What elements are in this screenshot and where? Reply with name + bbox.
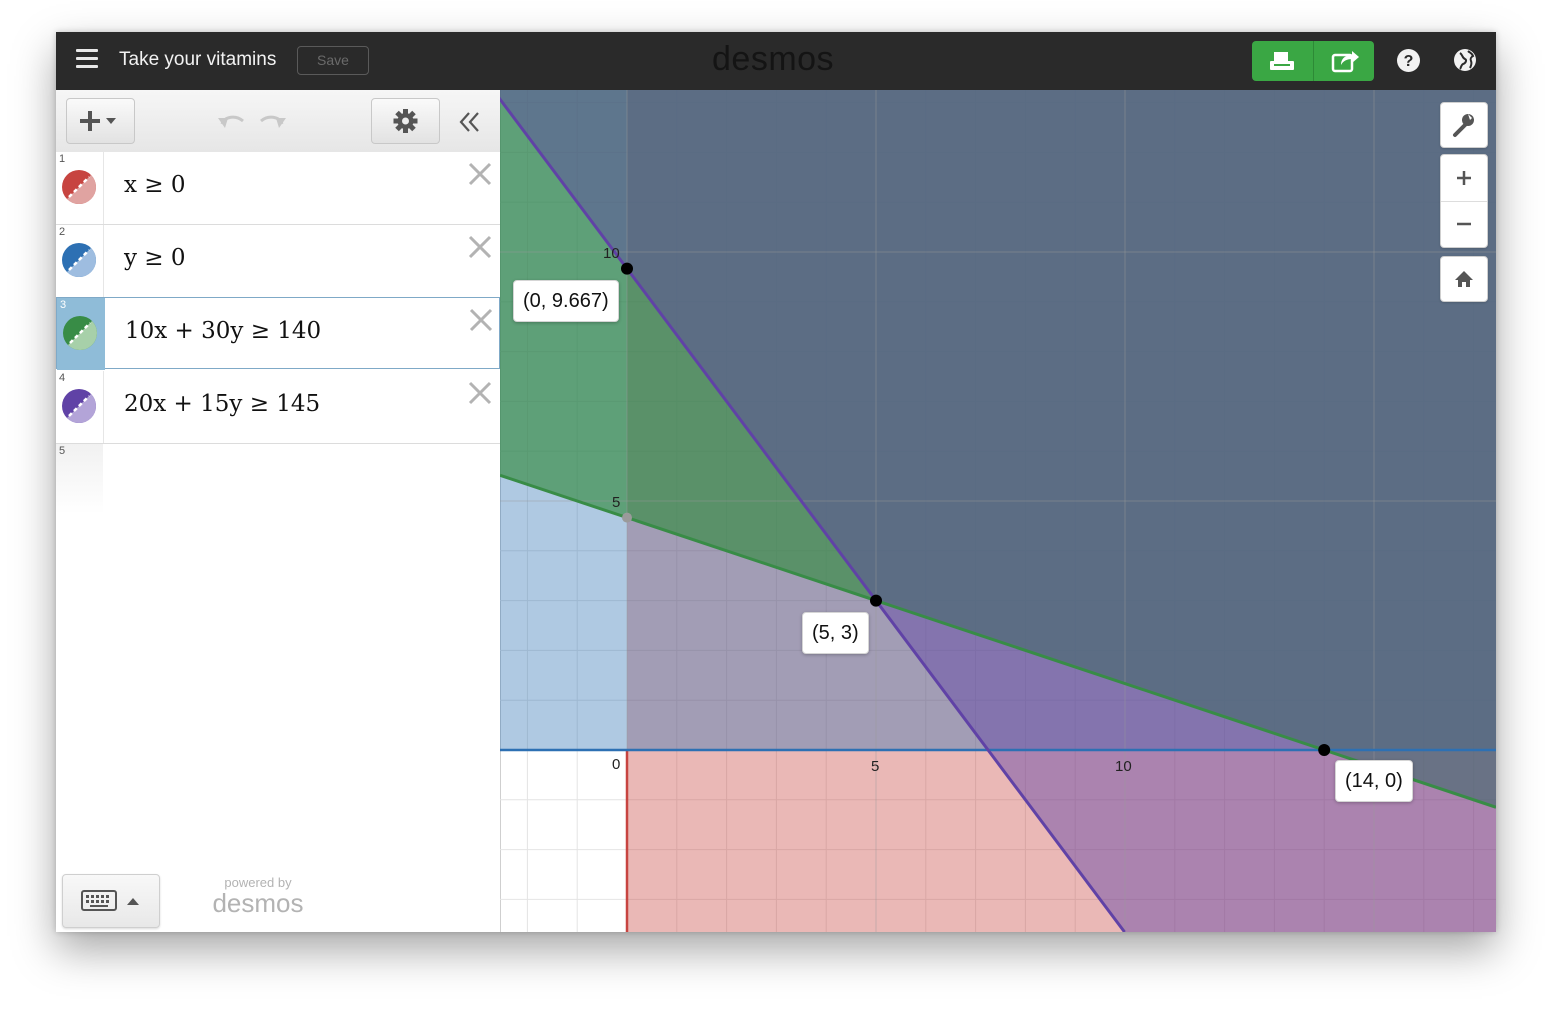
help-icon[interactable]: ? xyxy=(1396,48,1421,73)
default-view-button[interactable] xyxy=(1440,256,1488,302)
expression-toolbar xyxy=(56,90,500,153)
delete-icon[interactable] xyxy=(467,234,493,260)
expression-math[interactable]: x ≥ 0 xyxy=(124,172,186,198)
svg-text:?: ? xyxy=(1404,53,1414,70)
tick-label-y-5: 5 xyxy=(612,494,621,511)
point-marker[interactable] xyxy=(621,262,633,275)
row-index: 5 xyxy=(59,445,66,457)
tick-label-x-5: 5 xyxy=(871,758,880,775)
row-index: 2 xyxy=(59,226,66,238)
intercept-point[interactable] xyxy=(622,512,632,523)
point-label[interactable]: (5, 3) xyxy=(802,612,869,654)
zoom-out-button[interactable] xyxy=(1441,201,1487,247)
zoom-in-icon xyxy=(1457,171,1471,185)
brand-logo: desmos xyxy=(712,40,835,78)
plus-icon xyxy=(80,111,116,131)
powered-by-brand: desmos xyxy=(212,888,304,918)
expression-gutter: 2 xyxy=(56,225,104,297)
expression-row-5[interactable]: 5 xyxy=(56,444,103,514)
delete-icon[interactable] xyxy=(467,380,493,406)
expression-gutter: 3 xyxy=(57,298,105,370)
row-index: 1 xyxy=(59,153,66,165)
collapse-panel-icon[interactable] xyxy=(456,108,484,136)
expression-gutter: 4 xyxy=(56,371,104,443)
expression-row-1[interactable]: 1 x ≥ 0 xyxy=(56,152,500,225)
tick-label-x-10: 10 xyxy=(1115,758,1132,775)
point-marker[interactable] xyxy=(870,594,882,607)
print-button[interactable] xyxy=(1252,41,1314,81)
tick-label-origin: 0 xyxy=(612,756,621,773)
share-button[interactable] xyxy=(1314,41,1374,81)
color-swatch-icon[interactable] xyxy=(61,169,97,205)
color-swatch-icon[interactable] xyxy=(62,315,98,351)
color-swatch-icon[interactable] xyxy=(61,388,97,424)
add-item-button[interactable] xyxy=(66,98,135,144)
delete-icon[interactable] xyxy=(468,307,494,333)
expression-math[interactable]: 10x + 30y ≥ 140 xyxy=(125,318,321,344)
graph-paper[interactable]: 0 5 10 5 10 (0, 9.667) (5, 3) (14, 0) xyxy=(500,90,1496,932)
share-icon xyxy=(1331,51,1359,73)
expression-row-2[interactable]: 2 y ≥ 0 xyxy=(56,225,500,298)
gear-icon xyxy=(393,109,418,133)
expression-row-3[interactable]: 3 10x + 30y ≥ 140 xyxy=(56,297,500,370)
row-index: 3 xyxy=(60,299,67,311)
save-button[interactable]: Save xyxy=(297,46,369,75)
print-icon xyxy=(1270,52,1294,70)
point-label[interactable]: (14, 0) xyxy=(1335,760,1413,802)
delete-icon[interactable] xyxy=(467,161,493,187)
expression-panel: 1 x ≥ 0 2 y ≥ 0 3 10x + 30y ≥ 140 4 20x … xyxy=(56,90,501,932)
point-label[interactable]: (0, 9.667) xyxy=(513,280,619,322)
expression-row-4[interactable]: 4 20x + 15y ≥ 145 xyxy=(56,371,500,444)
graph-settings-button[interactable] xyxy=(1440,102,1488,148)
undo-icon[interactable] xyxy=(216,110,248,132)
expression-math[interactable]: y ≥ 0 xyxy=(124,245,186,271)
expression-gutter: 1 xyxy=(56,152,104,224)
top-bar: Take your vitamins Save desmos ? xyxy=(56,32,1496,90)
wrench-icon xyxy=(1453,114,1474,137)
color-swatch-icon[interactable] xyxy=(61,242,97,278)
tick-label-y-10: 10 xyxy=(603,245,620,262)
hamburger-icon[interactable] xyxy=(76,49,98,69)
expression-math[interactable]: 20x + 15y ≥ 145 xyxy=(124,391,320,417)
graph-title[interactable]: Take your vitamins xyxy=(119,49,276,71)
desmos-window: Take your vitamins Save desmos ? 1 x ≥ 0… xyxy=(56,32,1496,932)
point-marker[interactable] xyxy=(1318,744,1331,756)
redo-icon[interactable] xyxy=(256,110,288,132)
zoom-controls xyxy=(1440,154,1488,248)
zoom-out-icon xyxy=(1457,222,1471,226)
keypad-toggle-button[interactable] xyxy=(62,874,160,928)
graph-canvas[interactable] xyxy=(500,90,1496,932)
keyboard-icon xyxy=(81,890,139,911)
zoom-in-button[interactable] xyxy=(1441,155,1487,202)
print-share-group xyxy=(1252,41,1374,81)
powered-by-desmos[interactable]: powered by desmos xyxy=(210,876,306,918)
row-index: 4 xyxy=(59,372,66,384)
globe-icon[interactable] xyxy=(1452,47,1478,73)
settings-button[interactable] xyxy=(371,98,440,144)
home-icon xyxy=(1455,271,1473,287)
